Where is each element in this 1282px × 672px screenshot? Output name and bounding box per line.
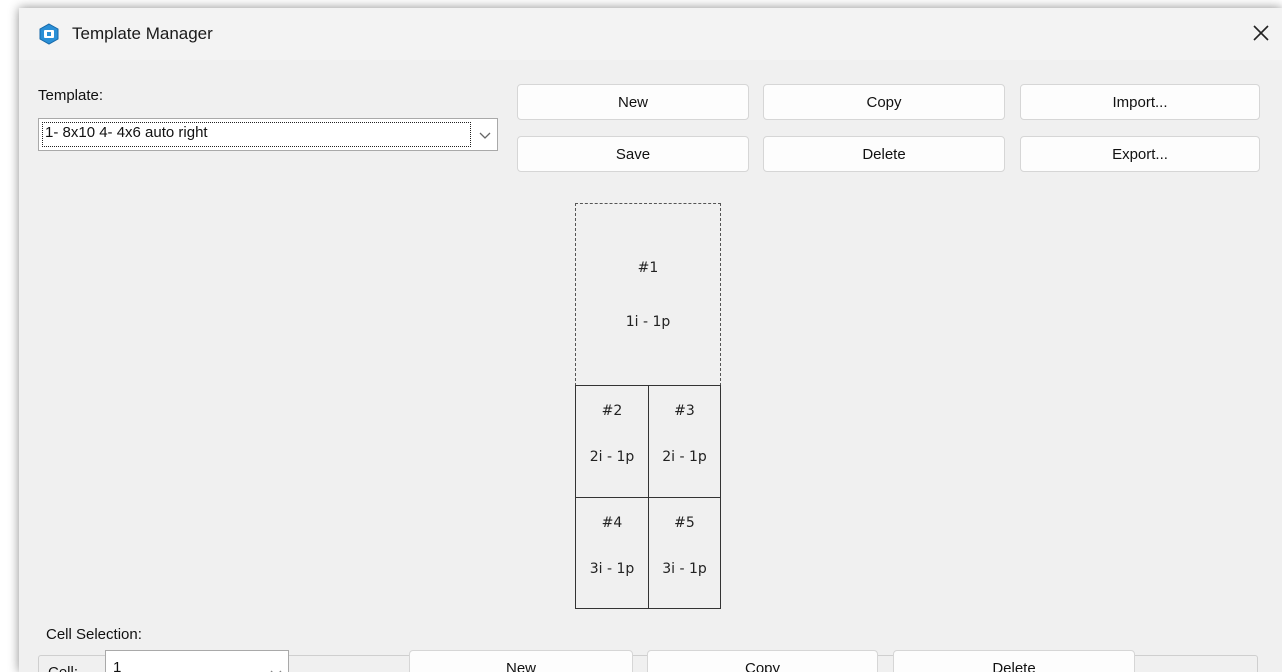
chevron-down-icon [270,665,282,672]
cell-info: 3i - 1p [662,561,707,577]
template-label: Template: [38,87,104,104]
cell-info: 2i - 1p [589,449,635,465]
copy-cell-button[interactable]: Copy [647,650,878,672]
delete-cell-button[interactable]: Delete [893,650,1135,672]
layout-cell-1[interactable]: #1 1i - 1p [575,203,721,386]
cell-info: 1i - 1p [625,314,671,330]
copy-template-button[interactable]: Copy [763,84,1005,120]
cell-number: #4 [601,515,623,531]
template-select[interactable]: 1- 8x10 4- 4x6 auto right [38,118,498,151]
cell-select-value: 1 [113,659,122,672]
template-manager-dialog: Template Manager Template: 1- 8x10 4- 4x… [19,8,1282,672]
cell-number: #2 [601,403,623,419]
cell-selection-label: Cell Selection: [43,626,145,643]
cell-number: #5 [674,515,695,531]
chevron-down-icon [479,127,491,139]
new-template-button[interactable]: New [517,84,749,120]
layout-cell-4[interactable]: #4 3i - 1p [575,497,649,609]
export-template-button[interactable]: Export... [1020,136,1260,172]
cell-select[interactable]: 1 [105,650,289,672]
new-cell-button[interactable]: New [409,650,633,672]
import-template-button[interactable]: Import... [1020,84,1260,120]
cell-number: #3 [674,403,695,419]
cell-info: 2i - 1p [662,449,707,465]
template-select-value: 1- 8x10 4- 4x6 auto right [42,122,471,147]
delete-template-button[interactable]: Delete [763,136,1005,172]
layout-cell-2[interactable]: #2 2i - 1p [575,385,649,498]
close-icon [1253,25,1269,41]
cell-info: 3i - 1p [589,561,635,577]
layout-cell-3[interactable]: #3 2i - 1p [648,385,721,498]
layout-cell-5[interactable]: #5 3i - 1p [648,497,721,609]
close-button[interactable] [1248,20,1274,46]
title-bar: Template Manager [19,8,1282,60]
template-layout-preview: #1 1i - 1p #2 2i - 1p #3 2i - 1p #4 3i -… [575,203,722,609]
cell-number: #1 [637,260,659,276]
window-title: Template Manager [72,24,213,43]
cell-field-label: Cell: [48,664,78,672]
save-template-button[interactable]: Save [517,136,749,172]
app-icon [38,23,60,45]
